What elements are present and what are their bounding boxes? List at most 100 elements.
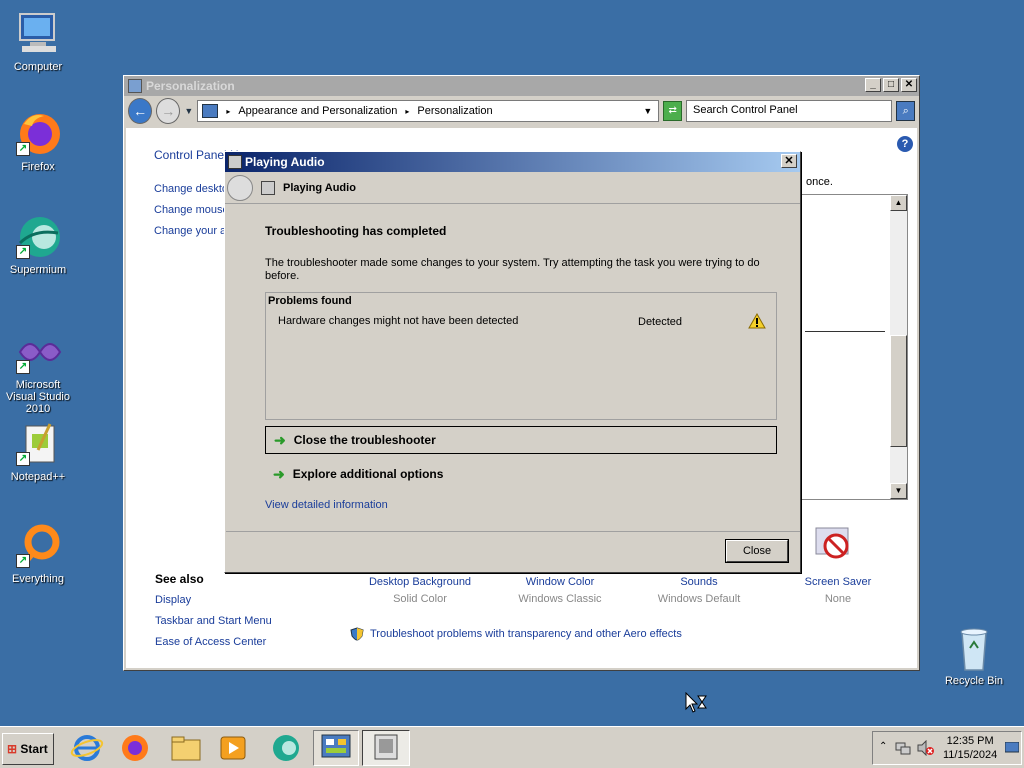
recycle-bin-icon <box>950 624 998 672</box>
minimize-button[interactable]: _ <box>865 78 881 92</box>
address-bar[interactable]: ▸ Appearance and Personalization ▸ Perso… <box>197 100 660 122</box>
link-display[interactable]: Display <box>155 594 191 606</box>
windows-logo-icon: ⊞ <box>7 742 18 756</box>
network-icon[interactable] <box>895 740 911 759</box>
back-button[interactable]: ← <box>128 98 153 124</box>
link-taskbar-start-menu[interactable]: Taskbar and Start Menu <box>155 615 272 627</box>
desktop-icon-label: Supermium <box>9 264 67 276</box>
recent-pages-dropdown-icon[interactable]: ▼ <box>184 106 193 116</box>
start-button[interactable]: ⊞ Start <box>2 733 54 765</box>
refresh-button[interactable]: ⇄ <box>663 101 682 121</box>
breadcrumb-separator-icon[interactable]: ▸ <box>226 107 230 116</box>
dialog-header: Playing Audio <box>225 172 800 204</box>
mouse-cursor-busy-icon <box>685 691 709 717</box>
scroll-up-button[interactable]: ▲ <box>890 195 907 211</box>
taskbar-explorer[interactable] <box>167 732 205 764</box>
desktop-icon-label: Notepad++ <box>10 471 66 483</box>
setting-value: Solid Color <box>393 593 447 605</box>
dialog-titlebar[interactable]: Playing Audio ✕ <box>225 152 800 172</box>
notepadpp-icon: ↗ <box>14 420 62 468</box>
close-troubleshooter-command[interactable]: ➜ Close the troubleshooter <box>265 426 777 454</box>
breadcrumb-appearance[interactable]: Appearance and Personalization <box>238 105 397 117</box>
troubleshooter-icon <box>228 155 242 169</box>
setting-title[interactable]: Sounds <box>637 576 761 588</box>
show-hidden-icons-icon[interactable]: ⌃ <box>879 741 887 752</box>
desktop-icon-computer[interactable]: Computer <box>0 10 76 73</box>
troubleshooter-small-icon <box>261 180 275 195</box>
taskbar-supermium[interactable] <box>267 732 305 764</box>
desktop-icon-supermium[interactable]: ↗ Supermium <box>0 213 76 276</box>
playing-audio-dialog: Playing Audio ✕ Playing Audio Troublesho… <box>224 151 801 573</box>
setting-value: None <box>824 593 852 605</box>
see-also-title: See also <box>155 572 204 586</box>
setting-title[interactable]: Screen Saver <box>776 576 900 588</box>
problem-text: Hardware changes might not have been det… <box>278 315 519 327</box>
desktop-icon-everything[interactable]: ↗ Everything <box>0 522 76 585</box>
close-button[interactable]: ✕ <box>901 78 917 92</box>
troubleshoot-aero-link[interactable]: Troubleshoot problems with transparency … <box>350 627 682 641</box>
completion-heading: Troubleshooting has completed <box>265 224 447 238</box>
firefox-icon: ↗ <box>14 110 62 158</box>
setting-value: Windows Classic <box>518 593 602 605</box>
clock-date: 11/15/2024 <box>943 749 998 761</box>
green-arrow-icon: ➜ <box>274 431 286 448</box>
breadcrumb-separator-icon[interactable]: ▸ <box>405 107 409 116</box>
search-input[interactable]: Search Control Panel <box>685 100 893 122</box>
problem-row[interactable]: Hardware changes might not have been det… <box>278 312 774 333</box>
explore-options-command[interactable]: ➜ Explore additional options <box>265 460 777 488</box>
setting-sounds[interactable]: Sounds Windows Default <box>637 576 761 605</box>
desktop-icon-notepadpp[interactable]: ↗ Notepad++ <box>0 420 76 483</box>
everything-icon: ↗ <box>14 522 62 570</box>
close-button[interactable]: Close <box>725 539 789 563</box>
dialog-header-title: Playing Audio <box>283 181 356 194</box>
view-detailed-information-link[interactable]: View detailed information <box>265 499 388 511</box>
clock-time: 12:35 PM <box>946 735 994 747</box>
completion-description: The troubleshooter made some changes to … <box>265 257 760 282</box>
setting-window-color[interactable]: Window Color Windows Classic <box>498 576 622 605</box>
desktop-icon-firefox[interactable]: ↗ Firefox <box>0 110 76 173</box>
control-panel-icon <box>128 79 142 93</box>
window-title: Personalization <box>146 79 235 93</box>
maximize-button[interactable]: □ <box>883 78 899 92</box>
dialog-back-button[interactable] <box>227 174 253 201</box>
desktop-icon-label: Computer <box>13 61 63 73</box>
dialog-title: Playing Audio <box>245 155 325 169</box>
link-ease-of-access[interactable]: Ease of Access Center <box>155 636 266 648</box>
address-dropdown-icon[interactable]: ▼ <box>643 106 652 116</box>
theme-preview-list: ▲ ▼ <box>800 194 908 500</box>
taskbar-control-panel[interactable] <box>313 730 359 766</box>
window-titlebar[interactable]: Personalization _ □ ✕ <box>124 76 919 96</box>
taskbar-firefox[interactable] <box>116 732 154 764</box>
setting-title[interactable]: Desktop Background <box>358 576 482 588</box>
setting-desktop-background[interactable]: Desktop Background Solid Color <box>358 576 482 605</box>
system-tray: ⌃ 12:35 PM 11/15/2024 <box>872 731 1022 765</box>
dialog-close-button[interactable]: ✕ <box>781 154 797 168</box>
clock[interactable]: 12:35 PM 11/15/2024 <box>943 734 997 762</box>
taskbar-internet-explorer[interactable] <box>68 732 106 764</box>
desktop-icon-recycle-bin[interactable]: Recycle Bin <box>936 624 1012 687</box>
scroll-thumb[interactable] <box>890 335 907 447</box>
volume-muted-icon[interactable] <box>917 739 935 759</box>
taskbar-troubleshooter[interactable] <box>362 730 410 766</box>
shortcut-arrow-icon: ↗ <box>16 245 30 259</box>
taskbar-media-player[interactable] <box>215 732 253 764</box>
troubleshoot-aero-text[interactable]: Troubleshoot problems with transparency … <box>370 628 682 640</box>
breadcrumb-personalization[interactable]: Personalization <box>417 105 492 117</box>
scroll-down-button[interactable]: ▼ <box>890 483 907 499</box>
link-change-mouse[interactable]: Change mouse <box>154 204 229 216</box>
show-desktop-icon[interactable] <box>1004 741 1020 757</box>
forward-button[interactable]: → <box>156 98 181 124</box>
problems-found-panel: Problems found Hardware changes might no… <box>265 292 777 420</box>
link-change-account[interactable]: Change your a <box>154 225 226 237</box>
setting-title[interactable]: Window Color <box>498 576 622 588</box>
search-icon[interactable]: ⌕ <box>896 101 916 121</box>
explore-options-label: Explore additional options <box>292 467 444 481</box>
computer-icon <box>14 10 62 58</box>
screen-saver-icon[interactable] <box>814 524 854 564</box>
vertical-scrollbar[interactable]: ▲ ▼ <box>890 195 907 499</box>
desktop-icon-label: Microsoft Visual Studio 2010 <box>5 379 70 415</box>
link-change-desktop[interactable]: Change desktop <box>154 183 234 195</box>
help-icon[interactable]: ? <box>897 136 913 152</box>
desktop-icon-visual-studio[interactable]: ↗ Microsoft Visual Studio 2010 <box>0 328 76 415</box>
setting-screen-saver[interactable]: Screen Saver None <box>776 576 900 605</box>
